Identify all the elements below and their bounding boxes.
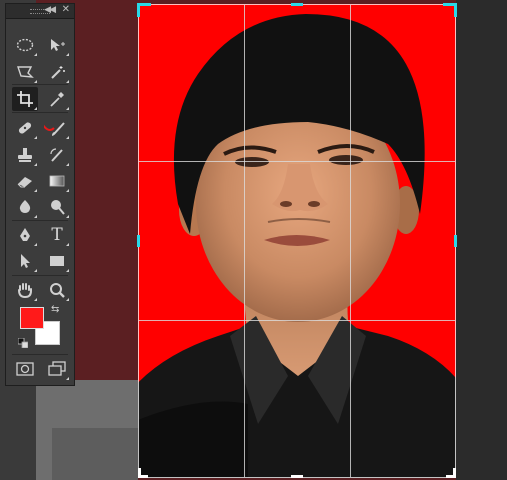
eraser-icon [17,177,32,188]
arrow-select-icon [21,254,30,268]
move-arrow-icon [51,39,65,51]
foreground-color-swatch[interactable] [20,307,44,329]
tools-panel: ◀◀ ✕ T ⇆ [5,3,75,386]
move-tool[interactable] [44,33,70,57]
zoom-icon [50,283,65,298]
history-brush-icon [50,148,63,162]
clone-stamp-tool[interactable] [12,143,38,167]
lasso-icon [17,66,34,78]
portrait-photo[interactable] [138,4,456,478]
swap-colors-icon[interactable]: ⇆ [51,304,59,315]
screen-mode-icon [48,361,66,376]
history-brush-tool[interactable] [44,143,70,167]
crop-tool[interactable] [12,87,38,111]
pen-tool[interactable] [12,223,38,247]
path-selection-tool[interactable] [12,249,38,273]
crop-icon [17,91,33,107]
quick-mask-mode[interactable] [12,357,38,381]
tools-panel-header[interactable]: ◀◀ ✕ [6,4,74,19]
ellipse-dashed-icon [16,38,34,52]
pasteboard-right [456,0,507,480]
magic-wand-icon [51,66,65,79]
gradient-icon [49,175,65,187]
portrait-illustration [138,14,456,478]
dodge-tool[interactable] [44,195,70,219]
zoom-tool[interactable] [44,278,70,302]
elliptical-marquee-tool[interactable] [12,33,38,57]
stamp-icon [18,148,32,162]
quick-mask-icon [16,362,34,376]
brush-tool[interactable] [44,116,70,140]
default-colors-icon[interactable] [18,338,28,348]
polygonal-lasso-tool[interactable] [12,60,38,84]
blur-drop-icon [19,200,31,213]
type-tool[interactable]: T [44,223,70,247]
pen-icon [20,228,30,241]
eraser-tool[interactable] [12,169,38,193]
rectangle-tool[interactable] [44,249,70,273]
gradient-tool[interactable] [44,169,70,193]
type-icon: T [51,225,63,245]
brush-icon [44,122,65,136]
screen-mode[interactable] [44,357,70,381]
bandage-icon [18,122,32,134]
dodge-icon [51,200,65,215]
spot-healing-brush-tool[interactable] [12,116,38,140]
hand-icon [18,283,32,299]
magic-wand-tool[interactable] [44,60,70,84]
pasteboard-shadow [52,428,138,480]
close-icon[interactable]: ✕ [62,4,70,15]
hand-tool[interactable] [12,278,38,302]
double-chevron-left-icon[interactable]: ◀◀ [44,5,56,15]
rectangle-icon [50,256,64,266]
blur-tool[interactable] [12,195,38,219]
eyedropper-tool[interactable] [44,87,70,111]
eyedropper-icon [50,92,64,107]
